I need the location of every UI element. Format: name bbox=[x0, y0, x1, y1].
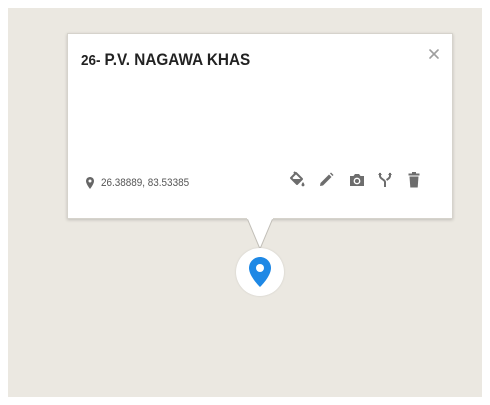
trash-icon bbox=[408, 172, 420, 188]
paint-bucket-icon bbox=[290, 171, 305, 187]
pencil-icon bbox=[320, 172, 334, 186]
close-button[interactable] bbox=[425, 45, 443, 63]
popup-toolbar bbox=[68, 170, 454, 192]
map-pin-icon bbox=[249, 257, 271, 287]
map-marker[interactable] bbox=[236, 248, 284, 296]
popup-title: 26- P.V. NAGAWA KHAS bbox=[81, 50, 250, 70]
close-icon bbox=[429, 49, 439, 59]
edit-button[interactable] bbox=[316, 170, 336, 190]
branch-button[interactable] bbox=[375, 170, 395, 190]
location-number: 26- bbox=[81, 52, 101, 69]
location-name: P.V. NAGAWA KHAS bbox=[104, 50, 251, 69]
add-photo-button[interactable] bbox=[347, 170, 367, 190]
location-popup: 26- P.V. NAGAWA KHAS 26.38889, 83.53385 bbox=[67, 33, 453, 219]
fill-color-button[interactable] bbox=[287, 170, 307, 190]
delete-button[interactable] bbox=[404, 170, 424, 190]
camera-icon bbox=[350, 174, 364, 186]
popup-pointer bbox=[247, 218, 273, 250]
fork-icon bbox=[378, 172, 392, 187]
